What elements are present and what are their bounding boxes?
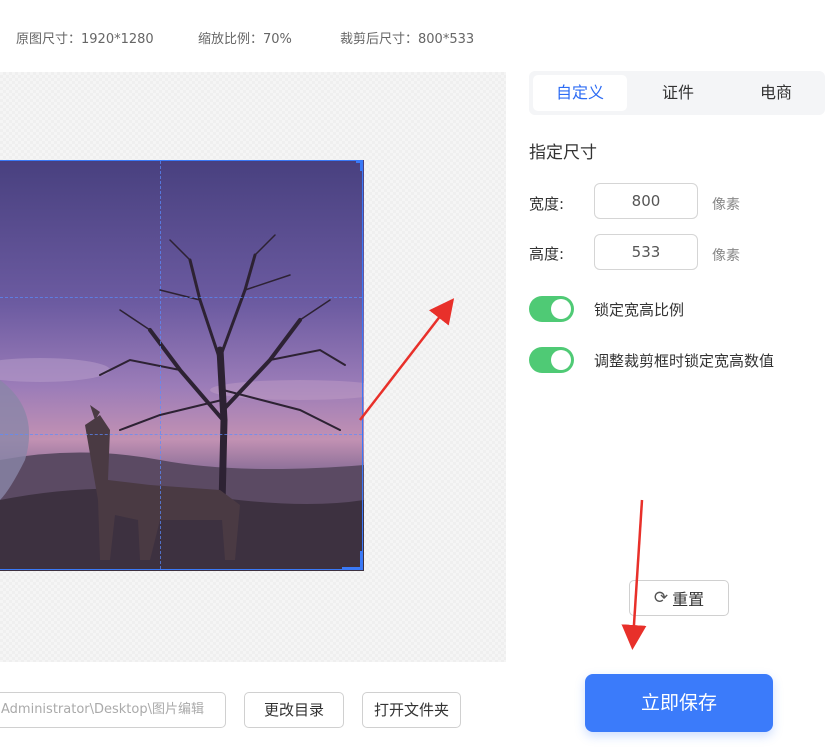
zoom-text: 缩放比例：70% — [198, 32, 292, 47]
crop-frame[interactable] — [0, 160, 363, 570]
crop-grid-line — [0, 434, 362, 435]
width-unit: 像素 — [712, 197, 740, 213]
height-input[interactable] — [594, 234, 698, 270]
image-info-bar: 原图尺寸：1920*1280 缩放比例：70% 裁剪后尺寸：800*533 — [0, 0, 520, 72]
lock-values-toggle[interactable] — [529, 347, 574, 373]
tab-ecommerce[interactable]: 电商 — [729, 75, 823, 111]
width-label: 宽度: — [529, 195, 565, 213]
crop-handle-bottom-right[interactable] — [342, 551, 363, 570]
lock-values-label: 调整裁剪框时锁定宽高数值 — [594, 352, 775, 370]
tab-custom[interactable]: 自定义 — [533, 75, 627, 111]
lock-ratio-toggle[interactable] — [529, 296, 574, 322]
change-directory-button[interactable]: 更改目录 — [244, 692, 344, 728]
output-path-field[interactable]: Administrator\Desktop\图片编辑 — [0, 692, 226, 728]
cropped-size-text: 裁剪后尺寸：800*533 — [340, 32, 475, 47]
reset-button[interactable]: ⟳ 重置 — [629, 580, 729, 616]
reset-label: 重置 — [672, 590, 705, 609]
image-canvas[interactable] — [0, 72, 506, 662]
original-size-text: 原图尺寸：1920*1280 — [16, 32, 154, 47]
refresh-icon: ⟳ — [653, 588, 669, 608]
crop-grid-line — [0, 297, 362, 298]
tab-id-photo[interactable]: 证件 — [631, 75, 725, 111]
height-unit: 像素 — [712, 248, 740, 264]
toggle-knob — [551, 299, 571, 319]
lock-ratio-label: 锁定宽高比例 — [594, 301, 685, 319]
crop-grid-line — [160, 161, 161, 569]
section-title: 指定尺寸 — [529, 143, 597, 163]
save-now-button[interactable]: 立即保存 — [585, 674, 773, 732]
height-label: 高度: — [529, 245, 565, 263]
arrow-to-reset — [621, 499, 647, 650]
crop-handle-top-right[interactable] — [356, 160, 363, 171]
open-folder-button[interactable]: 打开文件夹 — [362, 692, 461, 728]
preset-tabs: 自定义 证件 电商 — [529, 71, 825, 115]
toggle-knob — [551, 350, 571, 370]
width-input[interactable] — [594, 183, 698, 219]
